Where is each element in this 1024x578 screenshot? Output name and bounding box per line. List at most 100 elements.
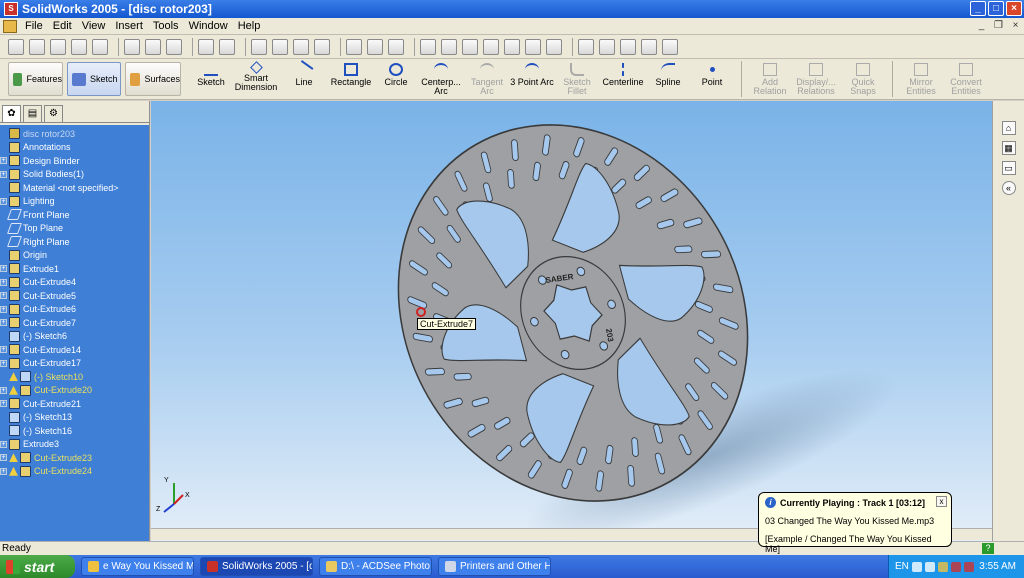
expand-toggle-icon[interactable]: +	[0, 265, 7, 273]
copy-icon[interactable]	[145, 38, 161, 55]
menu-edit[interactable]: Edit	[48, 20, 77, 32]
paste-icon[interactable]	[166, 38, 182, 55]
expand-toggle-icon[interactable]: +	[0, 197, 7, 205]
expand-toggle-icon[interactable]: +	[0, 170, 7, 178]
shaded-with-edges-icon[interactable]	[641, 38, 657, 55]
tree-item[interactable]: + Cut-Extrude14	[0, 343, 149, 357]
tree-item[interactable]: + Cut-Extrude6	[0, 303, 149, 317]
tree-item[interactable]: (-) Sketch10	[0, 370, 149, 384]
zoom-in-out-icon[interactable]	[462, 38, 478, 55]
menu-view[interactable]: View	[77, 20, 111, 32]
tree-item[interactable]: + Lighting	[0, 195, 149, 209]
expand-toggle-icon[interactable]: +	[0, 319, 7, 327]
tool-quick-snaps[interactable]: Quick Snaps	[840, 59, 886, 99]
tool-convert-entities[interactable]: Convert Entities	[943, 59, 989, 99]
save-icon[interactable]	[50, 38, 66, 55]
tray-network-icon[interactable]	[924, 561, 935, 572]
wireframe-icon[interactable]	[578, 38, 594, 55]
tree-item[interactable]: + Design Binder	[0, 154, 149, 168]
new-icon[interactable]	[8, 38, 24, 55]
maximize-button[interactable]: □	[988, 1, 1004, 16]
tree-item[interactable]: (-) Sketch6	[0, 330, 149, 344]
tree-item[interactable]: Origin	[0, 249, 149, 263]
cut-icon[interactable]	[124, 38, 140, 55]
feature-tree-tab-icon[interactable]: ✿	[2, 105, 21, 123]
language-indicator[interactable]: EN	[895, 561, 909, 572]
help-status-icon[interactable]: ?	[982, 543, 994, 554]
standard-views-icon[interactable]	[546, 38, 562, 55]
menu-help[interactable]: Help	[233, 20, 266, 32]
tool-add-relation[interactable]: Add Relation	[748, 59, 792, 99]
folder-icon[interactable]: ▭	[1001, 161, 1016, 175]
grid-icon[interactable]	[346, 38, 362, 55]
tool-sketch[interactable]: Sketch	[191, 59, 231, 99]
tree-item[interactable]: + Solid Bodies(1)	[0, 168, 149, 182]
expand-toggle-icon[interactable]: +	[0, 305, 7, 313]
tool-point[interactable]: Point	[689, 59, 735, 99]
taskbar-button-music[interactable]: e Way You Kissed Me...	[81, 557, 194, 576]
help-icon[interactable]	[388, 38, 404, 55]
rotate-view-icon[interactable]	[504, 38, 520, 55]
tree-item[interactable]: + Cut-Extrude21	[0, 397, 149, 411]
tray-media-icon[interactable]	[937, 561, 948, 572]
tool-circle[interactable]: Circle	[375, 59, 417, 99]
tray-app-icon[interactable]	[911, 561, 922, 572]
tree-item[interactable]: + Cut-Extrude5	[0, 289, 149, 303]
undo-icon[interactable]	[198, 38, 214, 55]
open-icon[interactable]	[29, 38, 45, 55]
surfaces-tab[interactable]: Surfaces	[125, 62, 181, 96]
tree-root[interactable]: disc rotor203	[0, 127, 149, 141]
tool-centerline[interactable]: Centerline	[599, 59, 647, 99]
expand-toggle-icon[interactable]: +	[0, 400, 7, 408]
menu-window[interactable]: Window	[184, 20, 233, 32]
tree-item[interactable]: Material <not specified>	[0, 181, 149, 195]
expand-toggle-icon[interactable]: +	[0, 467, 7, 475]
document-library-icon[interactable]: ▦	[1001, 141, 1016, 155]
close-button[interactable]: ×	[1006, 1, 1022, 16]
tree-item[interactable]: + Cut-Extrude7	[0, 316, 149, 330]
sketch-tab[interactable]: Sketch	[67, 62, 121, 96]
tool-spline[interactable]: Spline	[647, 59, 689, 99]
edit-sketch-icon[interactable]	[293, 38, 309, 55]
zoom-selection-icon[interactable]	[483, 38, 499, 55]
collapse-arrows-icon[interactable]: «	[1001, 181, 1016, 195]
tree-item[interactable]: Annotations	[0, 141, 149, 155]
tree-item[interactable]: (-) Sketch16	[0, 424, 149, 438]
taskbar-button-acdsee[interactable]: D:\ - ACDSee Photo ...	[319, 557, 432, 576]
taskbar-button-printers[interactable]: Printers and Other H...	[438, 557, 551, 576]
menu-insert[interactable]: Insert	[110, 20, 148, 32]
tree-item[interactable]: + Cut-Extrude24	[0, 465, 149, 479]
tool-rectangle[interactable]: Rectangle	[327, 59, 375, 99]
options-icon[interactable]	[367, 38, 383, 55]
doc-minimize-icon[interactable]: _	[975, 20, 988, 33]
redo-icon[interactable]	[219, 38, 235, 55]
tray-antivirus-icon[interactable]	[963, 561, 974, 572]
rebuild-icon[interactable]	[314, 38, 330, 55]
tool-sketch-fillet[interactable]: Sketch Fillet	[555, 59, 599, 99]
start-button[interactable]: start	[0, 555, 75, 578]
doc-close-icon[interactable]: ×	[1009, 20, 1022, 33]
tree-item[interactable]: Front Plane	[0, 208, 149, 222]
expand-toggle-icon[interactable]: +	[0, 454, 7, 462]
tree-item[interactable]: + Cut-Extrude23	[0, 451, 149, 465]
graphics-viewport[interactable]: SABER 203 Y X Z Cut-Extrude7	[151, 101, 992, 541]
tool-mirror-entities[interactable]: Mirror Entities	[899, 59, 943, 99]
print-icon[interactable]	[71, 38, 87, 55]
print-preview-icon[interactable]	[92, 38, 108, 55]
expand-toggle-icon[interactable]: +	[0, 359, 7, 367]
zoom-area-icon[interactable]	[441, 38, 457, 55]
menu-tools[interactable]: Tools	[148, 20, 184, 32]
tool-tangent-arc[interactable]: Tangent Arc	[465, 59, 509, 99]
taskbar-button-solidworks[interactable]: SolidWorks 2005 - [di...	[200, 557, 313, 576]
configuration-manager-tab-icon[interactable]: ⚙	[44, 105, 63, 123]
tool-smart-dimension[interactable]: Smart Dimension	[231, 59, 281, 99]
tree-item[interactable]: + Cut-Extrude17	[0, 357, 149, 371]
hidden-lines-removed-icon[interactable]	[620, 38, 636, 55]
menu-file[interactable]: File	[20, 20, 48, 32]
expand-toggle-icon[interactable]: +	[0, 278, 7, 286]
tree-item[interactable]: + Extrude1	[0, 262, 149, 276]
tree-item[interactable]: + Extrude3	[0, 438, 149, 452]
tree-item[interactable]: + Cut-Extrude4	[0, 276, 149, 290]
tool-line[interactable]: Line	[281, 59, 327, 99]
expand-toggle-icon[interactable]: +	[0, 346, 7, 354]
